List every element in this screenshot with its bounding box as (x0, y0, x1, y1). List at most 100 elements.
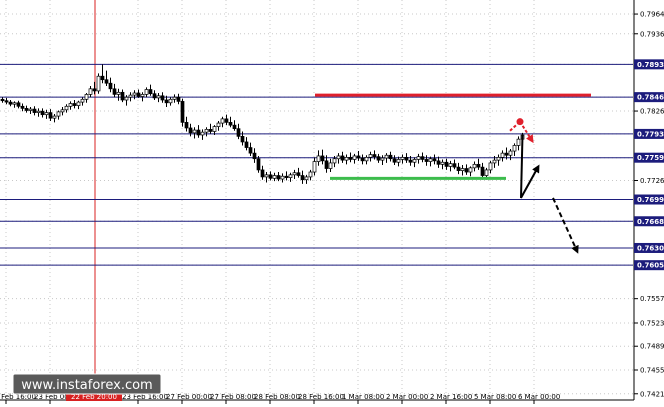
candle-body (360, 157, 365, 162)
candle-body (144, 89, 149, 95)
candle-body (400, 156, 405, 160)
candle-body (508, 150, 513, 156)
candle-body (124, 96, 129, 101)
candle-body (236, 128, 241, 137)
price-tick-label: 0.75231 (640, 320, 664, 328)
candle-body (260, 169, 265, 178)
candle-body (376, 156, 381, 161)
candle-body (512, 145, 517, 152)
candle-body (316, 155, 321, 162)
candle-body (348, 156, 353, 160)
candle-body (332, 158, 337, 164)
candle-body (96, 75, 101, 92)
candle-body (176, 96, 181, 102)
candle-body (244, 141, 249, 148)
candle-body (388, 154, 393, 160)
candle-body (56, 111, 61, 117)
candle-body (372, 154, 377, 157)
candle-body (296, 172, 301, 176)
candle-body (196, 129, 201, 136)
candle-body (436, 160, 441, 165)
candle-body (268, 174, 273, 179)
candle-body (252, 152, 257, 160)
candle-body (80, 98, 85, 103)
candle-body (220, 118, 225, 124)
candle-body (212, 126, 217, 132)
candle-body (452, 163, 457, 168)
candle-body (228, 122, 233, 126)
candle-body (72, 103, 77, 106)
candle-body (20, 105, 25, 109)
candle-body (344, 156, 349, 161)
level-label-text: 0.76686 (637, 218, 664, 226)
time-tick-label: 2 Mar 00:00 (386, 393, 428, 401)
candle-body (16, 102, 21, 107)
candle-body (140, 94, 145, 97)
candle-body (240, 136, 245, 143)
time-tick-label: 1 Mar 08:00 (342, 393, 384, 401)
candle-body (32, 108, 37, 113)
price-tick-label: 0.74219 (640, 390, 664, 398)
level-label-text: 0.77595 (637, 154, 664, 162)
price-tick-label: 0.79649 (640, 11, 664, 19)
candle-body (64, 105, 69, 111)
level-label-text: 0.76058 (637, 262, 664, 270)
candle-body (312, 161, 317, 173)
candle-body (264, 174, 269, 178)
price-tick-label: 0.74899 (640, 343, 664, 351)
candle-body (36, 110, 41, 113)
level-label-text: 0.78930 (637, 61, 664, 69)
candle-body (356, 155, 361, 159)
candle-body (148, 89, 153, 95)
candle-body (168, 98, 173, 104)
candle-body (476, 163, 481, 168)
candle-body (284, 175, 289, 178)
candle-body (504, 152, 509, 156)
watermark: www.instaforex.com (12, 373, 162, 395)
candle-body (180, 101, 185, 123)
price-tick-label: 0.77269 (640, 177, 664, 185)
candle-body (108, 82, 113, 90)
candle-body (380, 157, 385, 161)
candle-body (104, 79, 109, 84)
price-tick-label: 0.74559 (640, 367, 664, 375)
candle-body (440, 161, 445, 165)
candle-body (444, 161, 449, 167)
time-tick-label: 2 Mar 16:00 (430, 393, 472, 401)
time-tick-label: 5 Mar 08:00 (474, 393, 516, 401)
candle-body (428, 158, 433, 162)
candle-body (188, 127, 193, 134)
time-axis-band (0, 401, 664, 407)
price-tick-label: 0.78262 (640, 108, 664, 116)
candle-body (472, 163, 477, 169)
candle-body (516, 138, 521, 146)
candle-body (84, 94, 89, 100)
candle-body (248, 147, 253, 154)
time-tick-label: 27 Feb 00:00 (166, 393, 212, 401)
watermark-text: www.instaforex.com (21, 378, 152, 393)
candle-body (300, 175, 305, 181)
candle-body (232, 124, 237, 130)
candle-body (496, 156, 501, 161)
candle-body (500, 152, 505, 158)
candle-body (276, 175, 281, 180)
candle-body (304, 176, 309, 181)
candle-body (484, 169, 489, 176)
candle-body (24, 108, 29, 111)
price-chart[interactable]: 0.79649 0.79367 0.78930 0.78461 0.78262 0.779… (0, 0, 664, 407)
candle-body (368, 154, 373, 158)
time-tick-label: 28 Feb 08:00 (254, 393, 300, 401)
candle-body (204, 129, 209, 133)
candle-body (396, 159, 401, 163)
candle-body (384, 154, 389, 159)
candle-body (392, 158, 397, 163)
candle-body (44, 112, 49, 116)
time-tick-label: 6 Mar 00:00 (518, 393, 560, 401)
candle-body (336, 155, 341, 160)
candle-body (192, 129, 197, 134)
candle-body (172, 96, 177, 100)
candle-body (488, 162, 493, 171)
candle-body (292, 172, 297, 176)
candle-body (92, 88, 97, 92)
level-label-text: 0.77935 (637, 130, 664, 138)
